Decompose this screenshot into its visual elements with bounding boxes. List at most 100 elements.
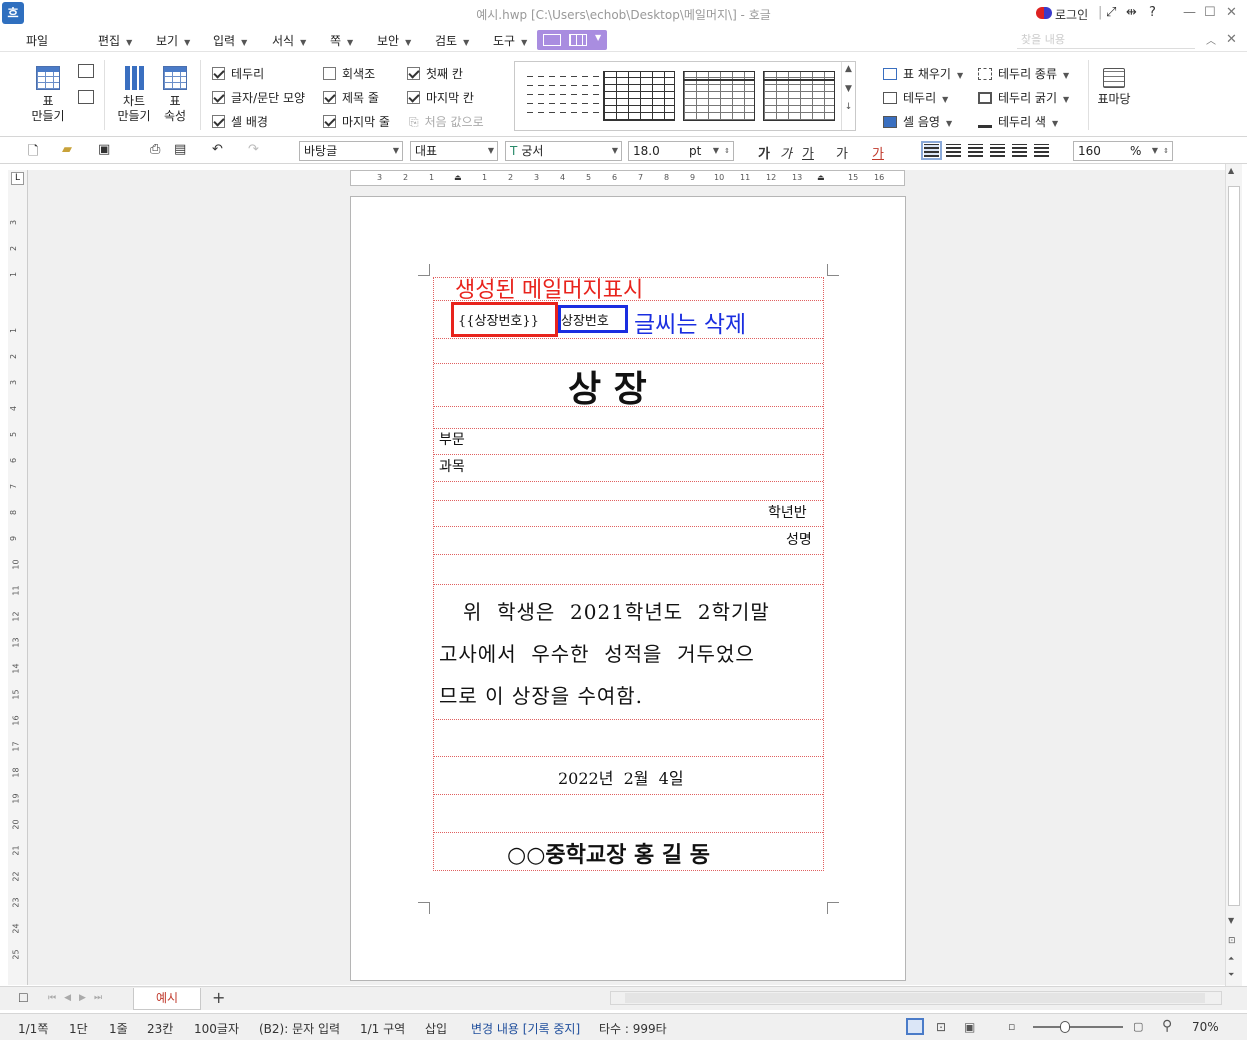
cell-erase-icon[interactable] bbox=[78, 90, 94, 104]
align-right-icon[interactable] bbox=[990, 144, 1005, 157]
check-first-col[interactable]: 첫째 칸 bbox=[407, 65, 463, 82]
align-left-icon[interactable] bbox=[946, 144, 961, 157]
help-button[interactable]: ? bbox=[1149, 5, 1156, 20]
reset-button[interactable]: ⎘ 처음 값으로 bbox=[409, 113, 484, 130]
dept-label[interactable]: 부문 bbox=[439, 429, 465, 449]
zoom-slider-knob[interactable] bbox=[1060, 1021, 1070, 1033]
border-color-button[interactable]: 테두리 색 ▼ bbox=[978, 113, 1058, 130]
maximize-icon[interactable]: ☐ bbox=[1204, 5, 1216, 20]
award-date[interactable]: 2022년 2월 4일 bbox=[558, 765, 684, 789]
spin-icon[interactable]: ⇕ bbox=[1163, 142, 1169, 160]
preview-icon[interactable]: ▤ bbox=[174, 142, 186, 157]
open-folder-icon[interactable]: ▰ bbox=[62, 142, 72, 157]
right-margin-marker-icon[interactable]: ⏏ bbox=[817, 173, 825, 182]
menu-edit[interactable]: 편집 ▼ bbox=[98, 32, 132, 49]
check-cell-bg[interactable]: 셀 배경 bbox=[212, 113, 268, 130]
check-last-row[interactable]: 마지막 줄 bbox=[323, 113, 390, 130]
zoom-in-icon[interactable]: ▢ bbox=[1133, 1020, 1143, 1033]
minimize-icon[interactable]: — bbox=[1183, 5, 1196, 20]
cell-edit-icon[interactable] bbox=[78, 64, 94, 78]
page-view-button[interactable] bbox=[906, 1018, 924, 1035]
label-field[interactable]: 상장번호 bbox=[561, 310, 609, 329]
table-make-button[interactable]: 표 만들기 bbox=[28, 66, 68, 124]
zoom-out-icon[interactable]: ▫ bbox=[1008, 1020, 1015, 1033]
login-icon[interactable] bbox=[1036, 7, 1052, 19]
table-props-button[interactable]: 표 속성 bbox=[158, 66, 192, 124]
scroll-thumb[interactable] bbox=[1228, 186, 1240, 906]
chevron-up-icon[interactable]: ︿ bbox=[1206, 32, 1216, 47]
menu-security[interactable]: 보안 ▼ bbox=[377, 32, 411, 49]
next-page-icon[interactable]: ⏷ bbox=[1228, 970, 1234, 980]
gallery-scrollbar[interactable]: ▲ ▼ ↓ bbox=[841, 62, 855, 130]
strike-icon[interactable]: 가 bbox=[836, 143, 848, 162]
zoom-slider[interactable] bbox=[1033, 1026, 1123, 1028]
full-view-icon[interactable]: ▣ bbox=[964, 1020, 975, 1034]
vertical-ruler[interactable]: 3 2 1 1 2 3 4 5 6 7 8 9 10 11 12 13 14 1… bbox=[8, 170, 28, 985]
zoom-search-icon[interactable]: ⚲ bbox=[1162, 1018, 1172, 1034]
body-line-3[interactable]: 므로 이 상장을 수여함. bbox=[439, 680, 643, 709]
gallery-style-header-grid-2[interactable] bbox=[763, 71, 835, 121]
body-line-1[interactable]: 위 학생은 2021학년도 2학기말 bbox=[463, 596, 770, 625]
chevron-down-icon[interactable]: ▼ bbox=[1228, 916, 1234, 925]
bold-icon[interactable]: 가 bbox=[758, 143, 770, 162]
align-distribute-icon[interactable] bbox=[1012, 144, 1027, 157]
check-char-para[interactable]: 글자/문단 모양 bbox=[212, 89, 305, 106]
width-view-icon[interactable]: ⊡ bbox=[936, 1020, 946, 1034]
chevron-up-icon[interactable]: ▲ bbox=[1228, 166, 1234, 175]
table-layout-icon[interactable] bbox=[569, 34, 587, 46]
status-insert[interactable]: 삽입 bbox=[425, 1020, 447, 1037]
font-color-icon[interactable]: 가 bbox=[872, 143, 884, 162]
align-split-icon[interactable] bbox=[1034, 144, 1049, 157]
table-design-tab[interactable]: ▼ bbox=[537, 30, 607, 50]
border-button[interactable]: 테두리 ▼ bbox=[883, 89, 948, 106]
zoom-input[interactable]: 160% ▼ ⇕ bbox=[1073, 141, 1173, 161]
gallery-style-header-grid[interactable] bbox=[683, 71, 755, 121]
indent-marker-icon[interactable]: ⏏ bbox=[454, 173, 462, 182]
login-button[interactable]: 로그인 bbox=[1055, 6, 1088, 23]
align-center-icon[interactable] bbox=[968, 144, 983, 157]
status-zoom[interactable]: 70% bbox=[1192, 1020, 1219, 1034]
save-icon[interactable]: ▣ bbox=[98, 142, 110, 157]
check-last-col[interactable]: 마지막 칸 bbox=[407, 89, 474, 106]
fullscreen-icon[interactable]: ⤢ bbox=[1106, 5, 1116, 20]
search-input[interactable]: 찾을 내용 bbox=[1017, 31, 1195, 49]
tab-document[interactable]: 예시 bbox=[133, 988, 201, 1010]
chart-make-button[interactable]: 차트 만들기 bbox=[114, 66, 154, 124]
spin-icon[interactable]: ⇕ bbox=[724, 142, 730, 160]
undo-icon[interactable]: ↶ bbox=[212, 142, 223, 157]
chevron-down-icon[interactable]: ▼ bbox=[842, 84, 855, 94]
new-doc-icon[interactable]: 🗋 bbox=[28, 142, 38, 164]
menu-view[interactable]: 보기 ▼ bbox=[156, 32, 190, 49]
gallery-style-grid[interactable] bbox=[603, 71, 675, 121]
certificate-heading[interactable]: 상 장 bbox=[568, 360, 647, 412]
tab-view-icon[interactable]: ☐ bbox=[18, 991, 29, 1005]
horizontal-scrollbar[interactable] bbox=[610, 991, 1222, 1005]
border-width-button[interactable]: 테두리 굵기 ▼ bbox=[978, 89, 1069, 106]
subject-label[interactable]: 과목 bbox=[439, 456, 465, 476]
menu-review[interactable]: 검토 ▼ bbox=[435, 32, 469, 49]
menu-insert[interactable]: 입력 ▼ bbox=[213, 32, 247, 49]
table-yard-button[interactable]: 표마당 bbox=[1096, 68, 1132, 107]
ruler-corner-icon[interactable]: L bbox=[11, 172, 24, 185]
check-grayscale[interactable]: 회색조 bbox=[323, 65, 375, 82]
font-size-input[interactable]: 18.0 pt ▼ ⇕ bbox=[628, 141, 734, 161]
style-select[interactable]: 바탕글 ▼ bbox=[299, 141, 403, 161]
font-select[interactable]: T 궁서 ▼ bbox=[505, 141, 622, 161]
tab-nav-icon[interactable]: ⏮◀▶⏭ bbox=[48, 993, 110, 1003]
prev-page-icon[interactable]: ⏶ bbox=[1228, 954, 1234, 964]
print-icon[interactable]: ⎙ bbox=[150, 142, 160, 157]
underline-icon[interactable]: 가 bbox=[802, 143, 814, 162]
italic-icon[interactable]: 가 bbox=[780, 143, 792, 162]
add-tab-button[interactable]: + bbox=[212, 988, 225, 1007]
check-border[interactable]: 테두리 bbox=[212, 65, 264, 82]
body-line-2[interactable]: 고사에서 우수한 성적을 거두었으 bbox=[439, 638, 755, 667]
table-fill-button[interactable]: 표 채우기 ▼ bbox=[883, 65, 963, 82]
menu-page[interactable]: 쪽 ▼ bbox=[330, 32, 353, 49]
cell-shade-button[interactable]: 셀 음영 ▼ bbox=[883, 113, 952, 130]
check-header-row[interactable]: 제목 줄 bbox=[323, 89, 379, 106]
menu-tools[interactable]: 도구 ▼ bbox=[493, 32, 527, 49]
chevron-up-icon[interactable]: ▲ bbox=[842, 64, 855, 74]
status-page[interactable]: 1/1쪽 bbox=[18, 1020, 48, 1037]
class-label[interactable]: 학년반 bbox=[768, 502, 807, 522]
horizontal-ruler[interactable]: 3 2 1 ⏏ 1 2 3 4 5 6 7 8 9 10 11 12 13 ⏏ … bbox=[350, 170, 905, 186]
